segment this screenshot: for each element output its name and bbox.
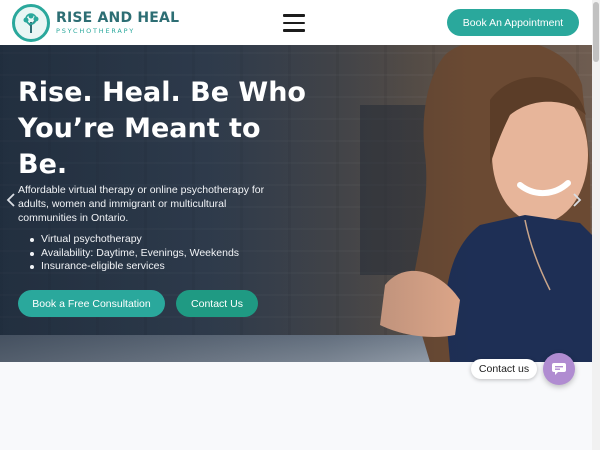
list-item: Insurance-eligible services — [30, 260, 239, 274]
tree-logo-icon — [12, 4, 50, 42]
hero-title: Rise. Heal. Be Who You’re Meant to Be. — [18, 75, 318, 183]
hero-section: Rise. Heal. Be Who You’re Meant to Be. A… — [0, 45, 592, 362]
chevron-left-icon[interactable] — [6, 193, 16, 207]
logo-subtitle: PSYCHOTHERAPY — [56, 27, 136, 36]
list-item: Virtual psychotherapy — [30, 233, 239, 247]
chat-icon[interactable] — [543, 353, 575, 385]
feature-list: Virtual psychotherapy Availability: Dayt… — [30, 233, 239, 274]
book-appointment-button[interactable]: Book An Appointment — [447, 9, 579, 36]
free-consultation-button[interactable]: Book a Free Consultation — [18, 290, 165, 317]
page-scrollbar[interactable] — [592, 0, 600, 450]
hero-title-line: Be. — [18, 149, 68, 180]
chevron-right-icon[interactable] — [572, 193, 582, 207]
hero-title-line: You’re Meant to — [18, 113, 261, 144]
contact-us-label[interactable]: Contact us — [471, 359, 537, 379]
hamburger-menu-icon[interactable] — [283, 14, 305, 32]
logo[interactable]: RISE AND HEAL PSYCHOTHERAPY — [12, 4, 179, 42]
contact-us-button[interactable]: Contact Us — [176, 290, 258, 317]
site-header: RISE AND HEAL PSYCHOTHERAPY Book An Appo… — [0, 0, 600, 45]
hero-title-line: Rise. Heal. Be Who — [18, 77, 306, 108]
hero-description: Affordable virtual therapy or online psy… — [18, 184, 265, 224]
scrollbar-thumb[interactable] — [593, 2, 599, 62]
list-item: Availability: Daytime, Evenings, Weekend… — [30, 247, 239, 261]
logo-title: RISE AND HEAL — [56, 10, 180, 27]
